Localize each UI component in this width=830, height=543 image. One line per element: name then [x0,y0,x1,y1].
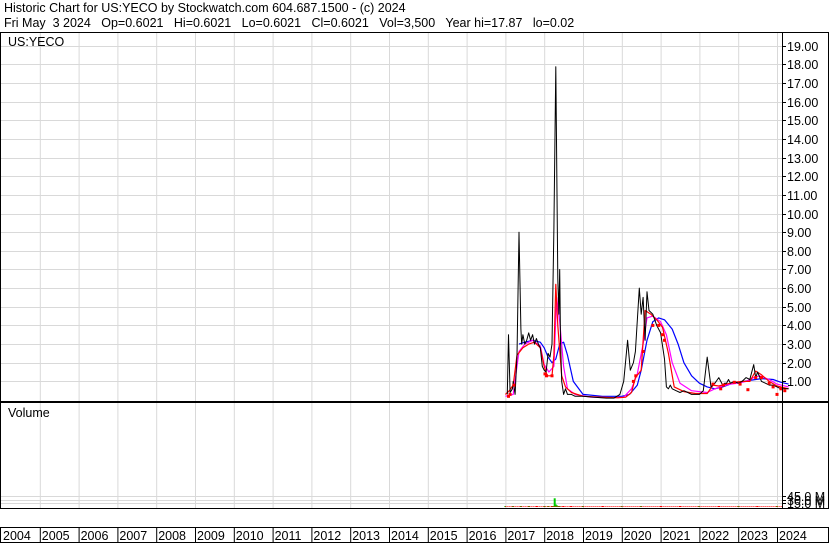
price-marker [746,388,750,392]
x-tick-label: 2011 [275,529,302,543]
price-marker [508,392,512,396]
x-tick-label: 2018 [546,529,574,543]
price-y-tick-label: 17.00 [787,77,818,91]
price-y-tick-label: 15.00 [787,114,818,128]
price-y-tick-label: 1.00 [787,375,811,389]
x-tick-label: 2015 [430,529,458,543]
price-y-tick-label: 3.00 [787,338,811,352]
price-marker [634,374,638,378]
x-tick-label: 2016 [469,529,497,543]
x-tick-label: 2005 [42,529,70,543]
x-tick-label: 2008 [158,529,186,543]
price-y-tick-label: 7.00 [787,263,811,277]
price-y-tick-label: 16.00 [787,96,818,110]
x-axis: 2004 2005 2006 2007 2008 2009 2010 2011 2012 2013… [0,527,829,543]
x-tick-label: 2023 [740,529,768,543]
x-tick-label: 2022 [701,529,729,543]
x-tick-label: 2017 [507,529,535,543]
price-y-tick-label: 13.00 [787,152,818,166]
x-tick-label: 2009 [197,529,225,543]
price-panel: 19.00 18.00 17.00 16.00 15.00 14.00 13.00 12.00… [0,32,829,402]
price-marker [651,323,655,327]
price-marker [711,382,715,386]
price-marker [767,381,771,385]
price-y-tick-label: 12.00 [787,170,818,184]
price-panel-title: US:YECO [8,35,65,49]
price-marker [545,374,548,378]
price-marker [657,323,661,327]
price-marker [732,380,736,384]
price-marker [631,379,635,383]
volume-panel: 45.0 M30.0 M15.0 M Volume [0,402,829,511]
price-marker [771,385,775,389]
price-marker [722,383,725,387]
price-y-tick-label: 4.00 [787,319,811,333]
x-tick-label: 2019 [585,529,613,543]
price-marker [719,387,723,391]
price-y-tick-label: 8.00 [787,245,811,259]
price-marker [738,382,742,386]
price-marker [661,333,664,337]
x-tick-label: 2012 [313,529,341,543]
x-tick-label: 2004 [3,529,31,543]
x-tick-label: 2021 [663,529,691,543]
price-marker [550,374,554,378]
x-tick-label: 2010 [236,529,264,543]
price-y-tick-label: 10.00 [787,208,818,222]
x-tick-label: 2013 [352,529,380,543]
price-y-tick-label: 5.00 [787,301,811,315]
x-tick-label: 2024 [779,529,807,543]
price-y-tick-label: 6.00 [787,282,811,296]
price-marker [512,383,516,387]
price-y-tick-label: 9.00 [787,226,811,240]
x-tick-label: 2020 [624,529,652,543]
price-marker [641,350,645,353]
price-marker [775,392,779,396]
historic-chart: 19.00 18.00 17.00 16.00 15.00 14.00 13.00 12.00… [0,32,829,543]
x-tick-label: 2007 [119,529,147,543]
price-y-tick-label: 11.00 [787,189,817,203]
volume-y-tick-label: 15.0 M [787,497,825,511]
x-tick-label: 2014 [391,529,419,543]
price-y-tick-label: 2.00 [787,357,811,371]
price-marker [779,387,783,391]
price-marker [760,376,763,380]
volume-panel-title: Volume [8,406,50,420]
price-marker [663,338,666,342]
price-y-tick-label: 18.00 [787,58,818,72]
price-marker [754,376,758,380]
price-y-tick-label: 14.00 [787,133,818,147]
price-y-tick-label: 19.00 [787,40,818,54]
price-marker [783,389,787,393]
x-tick-label: 2006 [81,529,109,543]
